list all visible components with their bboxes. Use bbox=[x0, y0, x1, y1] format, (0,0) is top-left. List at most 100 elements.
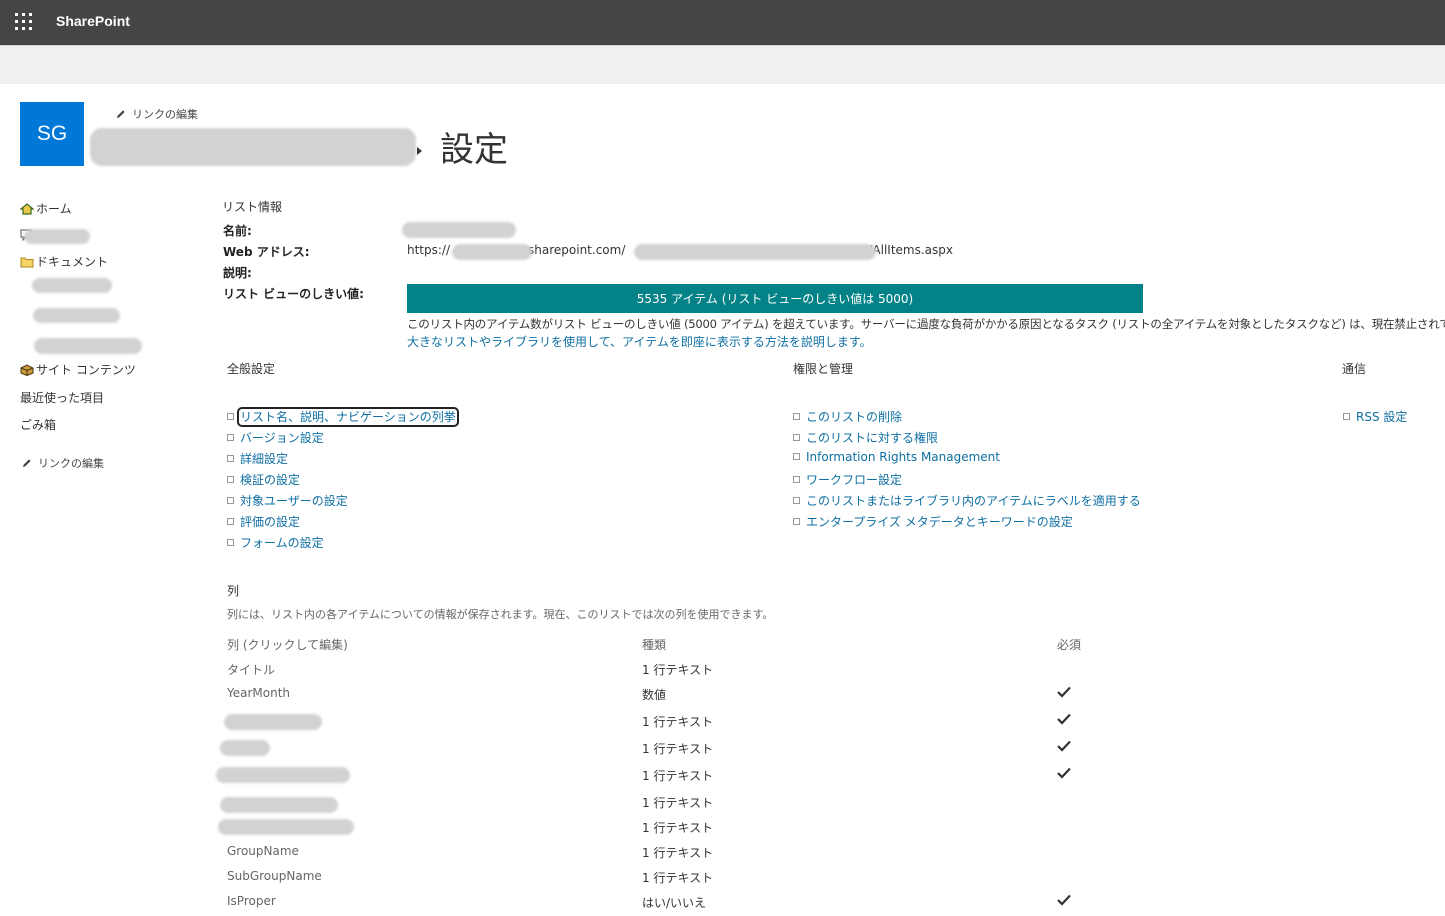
checkmark-icon bbox=[1057, 740, 1071, 752]
redacted-nav-subitem-3[interactable] bbox=[34, 338, 142, 354]
setting-list-name[interactable]: リスト名、説明、ナビゲーションの列挙 bbox=[227, 407, 459, 427]
url-prefix: https:// bbox=[407, 243, 451, 257]
suite-bar bbox=[0, 0, 1445, 45]
columns-heading: 列 bbox=[227, 584, 240, 598]
setting-rating[interactable]: 評価の設定 bbox=[227, 513, 300, 530]
column-row-type: はい/いいえ bbox=[642, 896, 707, 910]
setting-workflow[interactable]: ワークフロー設定 bbox=[793, 471, 902, 488]
nav-edit-links[interactable]: リンクの編集 bbox=[22, 455, 104, 471]
redacted-url-part-1 bbox=[452, 244, 532, 260]
threshold-label: リスト ビューのしきい値: bbox=[223, 287, 364, 301]
column-row-type: 1 行テキスト bbox=[642, 663, 714, 677]
column-row-name[interactable]: タイトル bbox=[227, 661, 275, 678]
communication-heading: 通信 bbox=[1342, 362, 1367, 376]
breadcrumb-arrow-icon bbox=[417, 147, 422, 155]
setting-rss[interactable]: RSS 設定 bbox=[1343, 408, 1407, 425]
threshold-status-bar: 5535 アイテム (リスト ビューのしきい値は 5000) bbox=[407, 284, 1143, 313]
nav-item-documents-label: ドキュメント bbox=[36, 255, 109, 269]
web-address-label: Web アドレス: bbox=[223, 245, 310, 259]
column-header-required: 必須 bbox=[1057, 638, 1082, 652]
redacted-column-name[interactable] bbox=[224, 714, 322, 730]
redacted-column-name[interactable] bbox=[220, 797, 338, 813]
redacted-nav-item[interactable] bbox=[24, 229, 90, 244]
setting-audience[interactable]: 対象ユーザーの設定 bbox=[227, 492, 348, 509]
column-header-name: 列 (クリックして編集) bbox=[227, 638, 348, 652]
bullet-icon bbox=[227, 476, 234, 483]
header-edit-links[interactable]: リンクの編集 bbox=[116, 106, 198, 122]
bullet-icon bbox=[227, 455, 234, 462]
permissions-heading: 権限と管理 bbox=[793, 362, 854, 376]
column-header-type: 種類 bbox=[642, 638, 667, 652]
redacted-nav-subitem-1[interactable] bbox=[32, 278, 112, 293]
bullet-icon bbox=[793, 413, 800, 420]
redacted-column-name[interactable] bbox=[220, 740, 270, 756]
setting-apply-label[interactable]: このリストまたはライブラリ内のアイテムにラベルを適用する bbox=[793, 492, 1141, 509]
description-label: 説明: bbox=[223, 266, 252, 280]
column-row-type: 1 行テキスト bbox=[642, 871, 714, 885]
name-label: 名前: bbox=[223, 224, 252, 238]
redacted-column-name[interactable] bbox=[216, 767, 350, 783]
setting-forms[interactable]: フォームの設定 bbox=[227, 534, 324, 551]
bullet-icon bbox=[227, 434, 234, 441]
command-bar bbox=[0, 45, 1445, 84]
nav-item-documents[interactable]: ドキュメント bbox=[20, 253, 108, 270]
redacted-site-name bbox=[90, 128, 416, 166]
app-launcher-waffle-icon[interactable] bbox=[14, 12, 34, 32]
column-row-name[interactable]: YearMonth bbox=[227, 686, 290, 700]
page-title: 設定 bbox=[440, 130, 508, 170]
column-row-type: 1 行テキスト bbox=[642, 715, 714, 729]
setting-validation[interactable]: 検証の設定 bbox=[227, 471, 300, 488]
nav-item-site-contents[interactable]: サイト コンテンツ bbox=[20, 361, 136, 378]
setting-metadata[interactable]: エンタープライズ メタデータとキーワードの設定 bbox=[793, 513, 1073, 530]
checkmark-icon bbox=[1057, 894, 1071, 906]
setting-delete-list[interactable]: このリストの削除 bbox=[793, 408, 902, 425]
setting-irm[interactable]: Information Rights Management bbox=[793, 450, 1000, 464]
url-suffix: /AllItems.aspx bbox=[868, 243, 954, 257]
bullet-icon bbox=[227, 497, 234, 504]
brand-title[interactable]: SharePoint bbox=[56, 13, 130, 29]
redacted-nav-subitem-2[interactable] bbox=[33, 308, 120, 323]
bullet-icon bbox=[1343, 413, 1350, 420]
bullet-icon bbox=[793, 497, 800, 504]
checkmark-icon bbox=[1057, 686, 1071, 698]
box-icon bbox=[20, 364, 34, 376]
threshold-message: このリスト内のアイテム数がリスト ビューのしきい値 (5000 アイテム) を超… bbox=[407, 317, 1445, 331]
nav-item-home[interactable]: ホーム bbox=[20, 200, 72, 217]
column-row-type: 数値 bbox=[642, 688, 667, 702]
pencil-icon bbox=[23, 459, 31, 467]
redacted-column-name[interactable] bbox=[218, 819, 354, 835]
checkmark-icon bbox=[1057, 767, 1071, 779]
column-row-name[interactable]: GroupName bbox=[227, 844, 299, 858]
column-row-type: 1 行テキスト bbox=[642, 796, 714, 810]
pencil-icon bbox=[117, 110, 125, 118]
checkmark-icon bbox=[1057, 713, 1071, 725]
nav-item-recycle-bin[interactable]: ごみ箱 bbox=[20, 416, 56, 433]
setting-versioning[interactable]: バージョン設定 bbox=[227, 429, 324, 446]
site-logo[interactable]: SG bbox=[20, 102, 84, 166]
column-row-name[interactable]: SubGroupName bbox=[227, 869, 322, 883]
column-row-type: 1 行テキスト bbox=[642, 769, 714, 783]
nav-item-recent[interactable]: 最近使った項目 bbox=[20, 389, 104, 406]
bullet-icon bbox=[227, 413, 234, 420]
column-row-type: 1 行テキスト bbox=[642, 821, 714, 835]
redacted-url-part-2 bbox=[634, 244, 876, 260]
home-icon bbox=[20, 203, 34, 215]
nav-item-site-contents-label: サイト コンテンツ bbox=[36, 363, 136, 377]
header-edit-links-label: リンクの編集 bbox=[132, 108, 198, 121]
bullet-icon bbox=[793, 453, 800, 460]
column-row-type: 1 行テキスト bbox=[642, 742, 714, 756]
bullet-icon bbox=[793, 434, 800, 441]
column-row-name[interactable]: IsProper bbox=[227, 894, 276, 908]
setting-advanced[interactable]: 詳細設定 bbox=[227, 450, 288, 467]
nav-edit-links-label: リンクの編集 bbox=[38, 457, 104, 470]
setting-list-permissions[interactable]: このリストに対する権限 bbox=[793, 429, 938, 446]
general-settings-heading: 全般設定 bbox=[227, 362, 276, 376]
large-lists-help-link[interactable]: 大きなリストやライブラリを使用して、アイテムを即座に表示する方法を説明します。 bbox=[407, 333, 872, 350]
bullet-icon bbox=[793, 476, 800, 483]
nav-item-home-label: ホーム bbox=[36, 202, 72, 216]
column-row-type: 1 行テキスト bbox=[642, 846, 714, 860]
columns-description: 列には、リスト内の各アイテムについての情報が保存されます。現在、このリストでは次… bbox=[227, 608, 774, 621]
url-mid: sharepoint.com/ bbox=[528, 243, 626, 257]
bullet-icon bbox=[227, 539, 234, 546]
redacted-list-name bbox=[402, 222, 516, 238]
